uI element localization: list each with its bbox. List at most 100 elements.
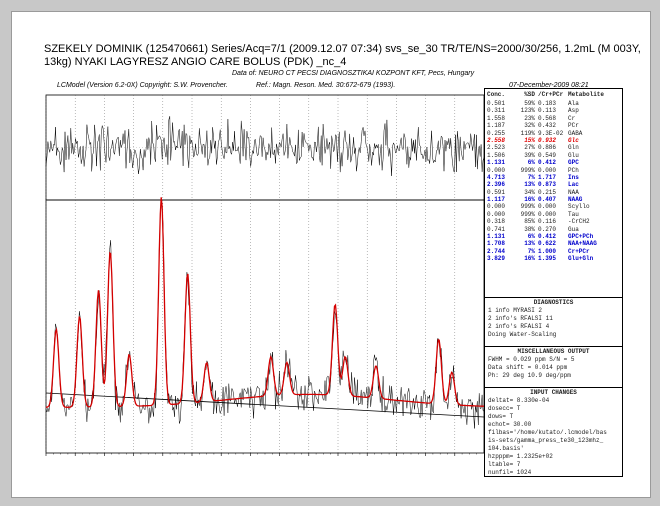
metabolite-row: 1.131 6% 0.412 GPC: [485, 159, 622, 166]
diagnostics-line: 2 info's RFALSI 11: [488, 315, 553, 322]
metabolite-row: 0.591 34% 0.215 NAA: [485, 189, 622, 196]
metabolite-row: 3.829 16% 1.395 Glu+Gln: [485, 255, 622, 262]
metabolite-name: -CrCH2: [568, 218, 590, 226]
metabolite-ratio: 0.568: [538, 114, 557, 122]
metabolite-ratio: 1.395: [538, 255, 557, 263]
metabolite-name: PCr: [568, 122, 579, 130]
metabolite-row: 1.117 16% 0.407 NAAG: [485, 196, 622, 203]
input-line: ltable= 7: [488, 461, 521, 468]
metabolite-ratio: 0.116: [538, 218, 557, 226]
metabolite-conc: 1.131: [487, 159, 506, 167]
metabolite-conc: 4.713: [487, 173, 506, 181]
diagnostics-section: DIAGNOSTICS 1 info MYRASI 2 2 info's RFA…: [485, 298, 622, 347]
input-line: dosecc= T: [488, 405, 521, 412]
metabolite-name: Glu+Gln: [568, 255, 594, 263]
metabolite-name: Ala: [568, 100, 579, 107]
input-line: filbas='/home/kutato/.lcmodel/bas: [488, 429, 607, 436]
metabolite-ratio: 0.000: [538, 203, 557, 211]
metabolite-name: GABA: [568, 129, 583, 137]
metabolite-ratio: 0.183: [538, 100, 557, 107]
metabolite-ratio: 0.886: [538, 144, 557, 152]
diagnostics-line: Doing Water-Scaling: [488, 331, 557, 338]
metabolite-name: Glc: [568, 136, 579, 144]
misc-line: Data shift = 0.014 ppm: [488, 364, 568, 371]
metabolite-row: 2.744 7% 1.000 Cr+PCr: [485, 248, 622, 255]
input-changes-title: INPUT CHANGES: [530, 389, 577, 396]
metabolite-ratio: 0.215: [538, 188, 557, 196]
metabolite-name: Tau: [568, 210, 579, 218]
metabolite-ratio: 0.113: [538, 107, 557, 115]
metabolite-name: Scyllo: [568, 203, 590, 211]
metabolite-row: 0.501 59% 0.183 Ala: [485, 100, 622, 107]
metabolite-ratio: 1.717: [538, 173, 557, 181]
metabolite-row: 1.506 39% 0.549 Glu: [485, 152, 622, 159]
metabolite-conc: 2.523: [487, 144, 506, 152]
metabolite-row: 1.708 13% 0.622 NAA+NAAG: [485, 240, 622, 247]
metabolite-ratio: 0.000: [538, 166, 557, 174]
metabolite-sd: 59%: [524, 100, 535, 107]
metabolite-name: Gua: [568, 225, 579, 233]
input-line: is-sets/gamma_press_te30_123mhz_: [488, 437, 604, 444]
metabolite-conc: 0.311: [487, 107, 506, 115]
diagnostics-line: 1 info MYRASI 2: [488, 307, 543, 314]
metabolite-conc: 3.829: [487, 255, 506, 263]
metabolite-name: NAA: [568, 188, 579, 196]
metabolite-ratio: 1.000: [538, 247, 557, 255]
metabolite-sd: 13%: [524, 240, 535, 248]
metabolite-sd: 85%: [524, 218, 535, 226]
metabolite-conc: 2.744: [487, 247, 506, 255]
metabolite-row: 2.523 27% 0.886 Gln: [485, 144, 622, 151]
metabolite-sd: 6%: [527, 233, 535, 241]
metabolite-row: 1.558 23% 0.568 Cr: [485, 115, 622, 122]
baseline-line: [45, 392, 485, 418]
diagnostics-line: 2 info's RFALSI 4: [488, 323, 550, 330]
metabolite-name: NAA+NAAG: [568, 240, 597, 248]
metabolite-sd: 119%: [520, 129, 535, 137]
diagnostics-title: DIAGNOSTICS: [533, 299, 574, 306]
metabolite-ratio: 0.873: [538, 181, 557, 189]
metabolite-row: 0.318 85% 0.116 -CrCH2: [485, 218, 622, 225]
misc-line: FWHM = 0.029 ppm S/N = 5: [488, 356, 575, 363]
metabolite-name: Cr+PCr: [568, 247, 590, 255]
metabolite-sd: 6%: [527, 159, 535, 167]
metabolite-ratio: 0.412: [538, 159, 557, 167]
metabolite-name: GPC+PCh: [568, 233, 594, 241]
metabolite-row: 2.396 13% 0.873 Lac: [485, 181, 622, 188]
header-metabolite: Metabolite: [568, 91, 605, 98]
metabolite-ratio: 0.412: [538, 233, 557, 241]
metabolite-conc: 1.558: [487, 114, 506, 122]
input-line: 104.basis': [488, 445, 525, 452]
header-sd: %SD: [524, 91, 535, 98]
input-line: hzpppm= 1.2325e+02: [488, 453, 553, 460]
metabolite-conc: 0.591: [487, 188, 506, 196]
input-line: dows= T: [488, 413, 514, 420]
input-changes-section: INPUT CHANGES deltat= 8.330e-04 dosecc= …: [485, 388, 622, 476]
metabolite-row: 0.311 123% 0.113 Asp: [485, 107, 622, 114]
misc-line: Ph: 29 deg 10.9 deg/ppm: [488, 372, 571, 379]
header-ratio: /Cr+PCr: [538, 91, 564, 98]
metabolite-name: PCh: [568, 166, 579, 174]
metabolite-ratio: 0.000: [538, 210, 557, 218]
metabolite-conc: 2.558: [487, 136, 506, 144]
metabolite-section: Conc. %SD /Cr+PCr Metabolite 0.501 59% 0.1…: [485, 89, 622, 298]
metabolite-conc: 0.000: [487, 166, 506, 174]
header-conc: Conc.: [487, 91, 506, 98]
raw-spectrum-trace: [45, 200, 485, 429]
metabolite-ratio: 0.432: [538, 122, 557, 130]
metabolite-sd: 999%: [520, 210, 535, 218]
metabolite-name: Asp: [568, 107, 579, 115]
results-table: Conc. %SD /Cr+PCr Metabolite 0.501 59% 0.1…: [484, 88, 623, 477]
metabolite-sd: 7%: [527, 247, 535, 255]
metabolite-sd: 39%: [524, 151, 535, 159]
metabolite-sd: 23%: [524, 114, 535, 122]
metabolite-conc: 0.318: [487, 218, 506, 226]
metabolite-name: Gln: [568, 144, 579, 152]
input-line: deltat= 8.330e-04: [488, 397, 550, 404]
metabolite-conc: 0.255: [487, 129, 506, 137]
metabolite-name: Lac: [568, 181, 579, 189]
metabolite-sd: 16%: [524, 196, 535, 204]
metabolite-row: 1.187 32% 0.432 PCr: [485, 122, 622, 129]
metabolite-sd: 16%: [524, 255, 535, 263]
metabolite-header: Conc. %SD /Cr+PCr Metabolite: [485, 89, 622, 100]
metabolite-ratio: 0.549: [538, 151, 557, 159]
